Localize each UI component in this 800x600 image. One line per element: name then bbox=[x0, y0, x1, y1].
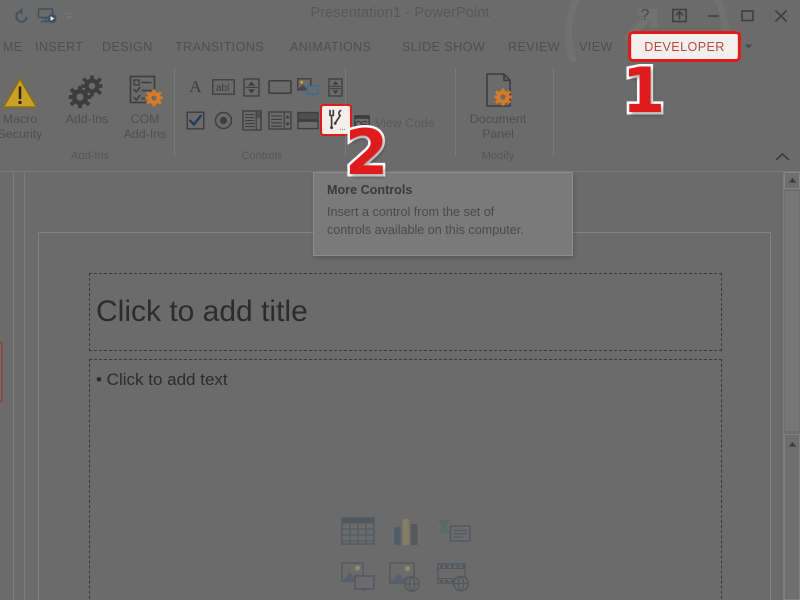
insert-chart-icon[interactable] bbox=[383, 508, 429, 554]
add-ins-gears-icon bbox=[67, 70, 107, 110]
more-controls-tools-icon: ... bbox=[328, 109, 345, 131]
group-label-modify: Modify bbox=[481, 150, 515, 162]
com-add-ins-label-2: Add-Ins bbox=[123, 127, 167, 141]
document-panel-label-2: Panel bbox=[482, 127, 514, 141]
help-button[interactable]: ? bbox=[628, 2, 662, 30]
tab-animations[interactable]: ANIMATIONS bbox=[281, 31, 380, 62]
slide-area-edge bbox=[24, 172, 25, 600]
thumbnail-pane-divider[interactable] bbox=[13, 172, 14, 600]
tab-insert[interactable]: INSERT bbox=[26, 31, 92, 62]
ribbon: Macro Security Add-Ins COM Add-Ins Add-I… bbox=[0, 62, 800, 172]
command-button-control[interactable] bbox=[266, 74, 293, 100]
spin-button-control[interactable] bbox=[238, 74, 265, 100]
com-add-ins-label-1: COM bbox=[130, 112, 160, 126]
tab-slide-show[interactable]: SLIDE SHOW bbox=[393, 31, 494, 62]
properties-label: Properties bbox=[375, 80, 432, 95]
title-placeholder-text: Click to add title bbox=[96, 295, 308, 328]
restore-button[interactable] bbox=[730, 2, 764, 30]
macro-security-warning-icon bbox=[1, 70, 39, 110]
insert-online-picture-icon[interactable] bbox=[383, 554, 429, 600]
collapse-ribbon-chevron-icon[interactable] bbox=[775, 152, 790, 162]
window-controls: ? bbox=[628, 0, 798, 31]
content-placeholder-text: • Click to add text bbox=[96, 370, 228, 389]
add-ins-button[interactable]: Add-Ins bbox=[55, 70, 119, 127]
properties-button[interactable]: Properties bbox=[352, 80, 431, 95]
tab-design[interactable]: DESIGN bbox=[93, 31, 162, 62]
tooltip-body-line-1: Insert a control from the set of bbox=[327, 205, 495, 219]
image-control[interactable] bbox=[294, 74, 321, 100]
ribbon-separator-3 bbox=[455, 68, 456, 156]
insert-picture-icon[interactable] bbox=[335, 554, 381, 600]
slide-thumbnail-selected[interactable] bbox=[0, 342, 3, 402]
powerpoint-window: Presentation1 - PowerPoint ? ME INSERT D… bbox=[0, 0, 800, 600]
group-label-controls: Controls bbox=[241, 150, 283, 162]
close-button[interactable] bbox=[764, 2, 798, 30]
macro-security-button[interactable]: Macro Security bbox=[0, 70, 52, 142]
scroll-previous-slide-button[interactable] bbox=[786, 436, 799, 452]
content-placeholder[interactable]: • Click to add text bbox=[89, 359, 722, 600]
svg-text:...: ... bbox=[339, 125, 345, 131]
check-box-control[interactable] bbox=[182, 107, 209, 133]
ribbon-tab-strip: ME INSERT DESIGN TRANSITIONS ANIMATIONS … bbox=[0, 31, 800, 89]
callout-step-2: 2 bbox=[342, 116, 390, 189]
controls-gallery: A abl ... bbox=[182, 74, 352, 138]
svg-text:abl: abl bbox=[216, 83, 229, 94]
document-panel-label-1: Document bbox=[469, 112, 527, 126]
macro-security-label-2: Security bbox=[0, 127, 43, 141]
scrollbar-thumb[interactable] bbox=[785, 191, 799, 431]
option-button-control[interactable] bbox=[210, 107, 237, 133]
slide-thumbnail-pane[interactable] bbox=[0, 172, 14, 600]
document-panel-button[interactable]: Document Panel bbox=[465, 70, 531, 142]
properties-icon bbox=[352, 80, 372, 95]
combo-box-control[interactable] bbox=[266, 107, 293, 133]
ribbon-display-options-button[interactable] bbox=[662, 2, 696, 30]
toggle-button-control[interactable] bbox=[294, 107, 321, 133]
add-ins-label: Add-Ins bbox=[65, 112, 109, 126]
callout-step-1: 1 bbox=[619, 54, 667, 127]
ribbon-separator-4 bbox=[553, 68, 554, 156]
slide-canvas[interactable]: Click to add title • Click to add text bbox=[38, 232, 771, 600]
scrollbar-lower-track[interactable] bbox=[784, 434, 800, 600]
insert-smartart-icon[interactable] bbox=[431, 508, 477, 554]
tooltip-body-line-2: controls available on this computer. bbox=[327, 223, 524, 237]
vertical-scrollbar[interactable] bbox=[783, 172, 800, 600]
tab-review[interactable]: REVIEW bbox=[499, 31, 569, 62]
scroll-up-button[interactable] bbox=[784, 172, 800, 189]
tab-view[interactable]: VIEW bbox=[570, 31, 622, 62]
group-label-add-ins: Add-Ins bbox=[71, 150, 109, 162]
insert-table-icon[interactable] bbox=[335, 508, 381, 554]
tab-overflow-chevron-icon[interactable] bbox=[740, 31, 756, 62]
com-add-ins-button[interactable]: COM Add-Ins bbox=[113, 70, 177, 142]
insert-video-icon[interactable] bbox=[431, 554, 477, 600]
minimize-button[interactable] bbox=[696, 2, 730, 30]
title-placeholder[interactable]: Click to add title bbox=[89, 273, 722, 351]
ribbon-separator-1 bbox=[174, 68, 175, 156]
content-insert-icons bbox=[335, 508, 477, 600]
text-box-control[interactable]: abl bbox=[210, 74, 237, 100]
list-box-control[interactable] bbox=[238, 107, 265, 133]
document-panel-icon bbox=[480, 70, 516, 110]
com-add-ins-icon bbox=[125, 70, 165, 110]
macro-security-label-1: Macro bbox=[2, 112, 38, 126]
label-control[interactable]: A bbox=[182, 74, 209, 100]
tab-transitions[interactable]: TRANSITIONS bbox=[166, 31, 273, 62]
title-bar: Presentation1 - PowerPoint ? bbox=[0, 0, 800, 31]
